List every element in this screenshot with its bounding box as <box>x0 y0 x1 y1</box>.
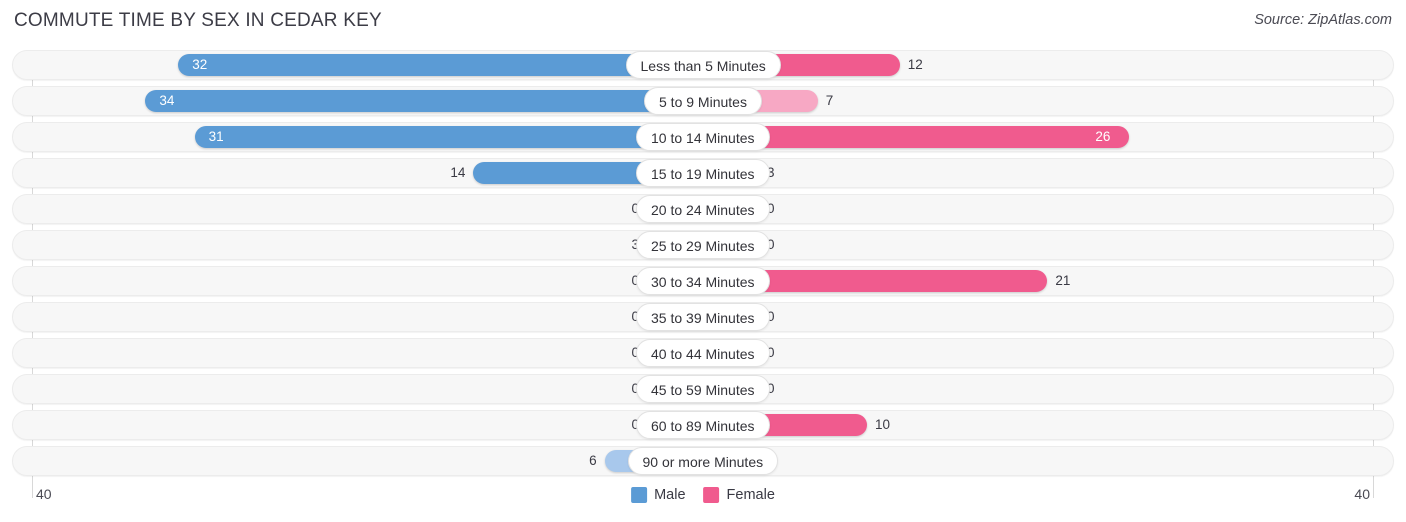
male-value-label: 6 <box>589 453 597 468</box>
category-label: 25 to 29 Minutes <box>636 231 770 259</box>
category-label: 45 to 59 Minutes <box>636 375 770 403</box>
female-value-label: 10 <box>875 417 891 432</box>
category-label: 90 or more Minutes <box>627 447 779 475</box>
category-label: Less than 5 Minutes <box>625 51 781 79</box>
chart-legend: Male Female <box>631 487 775 503</box>
male-bar <box>178 54 703 76</box>
axis-label-right: 40 <box>1354 486 1370 502</box>
legend-label: Male <box>654 487 686 503</box>
page-title: COMMUTE TIME BY SEX IN CEDAR KEY <box>14 10 382 31</box>
bar-row: 25 to 29 Minutes30 <box>0 230 1406 260</box>
legend-label: Female <box>726 487 775 503</box>
bar-row: 5 to 9 Minutes 34 7 <box>0 86 1406 116</box>
male-value-label: 32 <box>192 57 208 72</box>
chart-footer: 40 Male Female 40 <box>0 486 1406 516</box>
plot-area: Less than 5 Minutes 32 12 5 to 9 Minutes 34 7… <box>0 50 1406 498</box>
category-label: 5 to 9 Minutes <box>644 87 762 115</box>
legend-item-female[interactable]: Female <box>703 487 775 503</box>
male-bar <box>194 126 703 148</box>
legend-item-male[interactable]: Male <box>631 487 686 503</box>
bar-row: 60 to 89 Minutes010 <box>0 410 1406 440</box>
bar-rows: Less than 5 Minutes 32 12 5 to 9 Minutes 34 7… <box>0 50 1406 482</box>
bar-row: 35 to 39 Minutes00 <box>0 302 1406 332</box>
male-value-label: 31 <box>208 129 224 144</box>
source-attribution: Source: ZipAtlas.com <box>1254 12 1392 28</box>
chart-container: COMMUTE TIME BY SEX IN CEDAR KEY Source:… <box>0 0 1406 522</box>
bar-row: Less than 5 Minutes 32 12 <box>0 50 1406 80</box>
axis-label-left: 40 <box>36 486 52 502</box>
male-bar <box>145 90 703 112</box>
bar-row: 30 to 34 Minutes021 <box>0 266 1406 296</box>
bar-row: 40 to 44 Minutes00 <box>0 338 1406 368</box>
chart-header: COMMUTE TIME BY SEX IN CEDAR KEY Source:… <box>0 0 1406 44</box>
bar-row: 20 to 24 Minutes00 <box>0 194 1406 224</box>
category-label: 30 to 34 Minutes <box>636 267 770 295</box>
female-value-label: 26 <box>1095 129 1111 144</box>
bar-row: 10 to 14 Minutes 31 26 <box>0 122 1406 152</box>
male-value-label: 14 <box>450 165 466 180</box>
bar-row: 15 to 19 Minutes 14 3 <box>0 158 1406 188</box>
legend-swatch-icon <box>703 487 720 503</box>
female-value-label: 21 <box>1055 273 1071 288</box>
category-label: 60 to 89 Minutes <box>636 411 770 439</box>
female-value-label: 7 <box>825 93 834 108</box>
bar-row: 90 or more Minutes60 <box>0 446 1406 476</box>
category-label: 20 to 24 Minutes <box>636 195 770 223</box>
category-label: 40 to 44 Minutes <box>636 339 770 367</box>
bar-row: 45 to 59 Minutes00 <box>0 374 1406 404</box>
category-label: 15 to 19 Minutes <box>636 159 770 187</box>
female-value-label: 12 <box>907 57 923 72</box>
category-label: 10 to 14 Minutes <box>636 123 770 151</box>
male-value-label: 34 <box>159 93 175 108</box>
legend-swatch-icon <box>631 487 648 503</box>
category-label: 35 to 39 Minutes <box>636 303 770 331</box>
